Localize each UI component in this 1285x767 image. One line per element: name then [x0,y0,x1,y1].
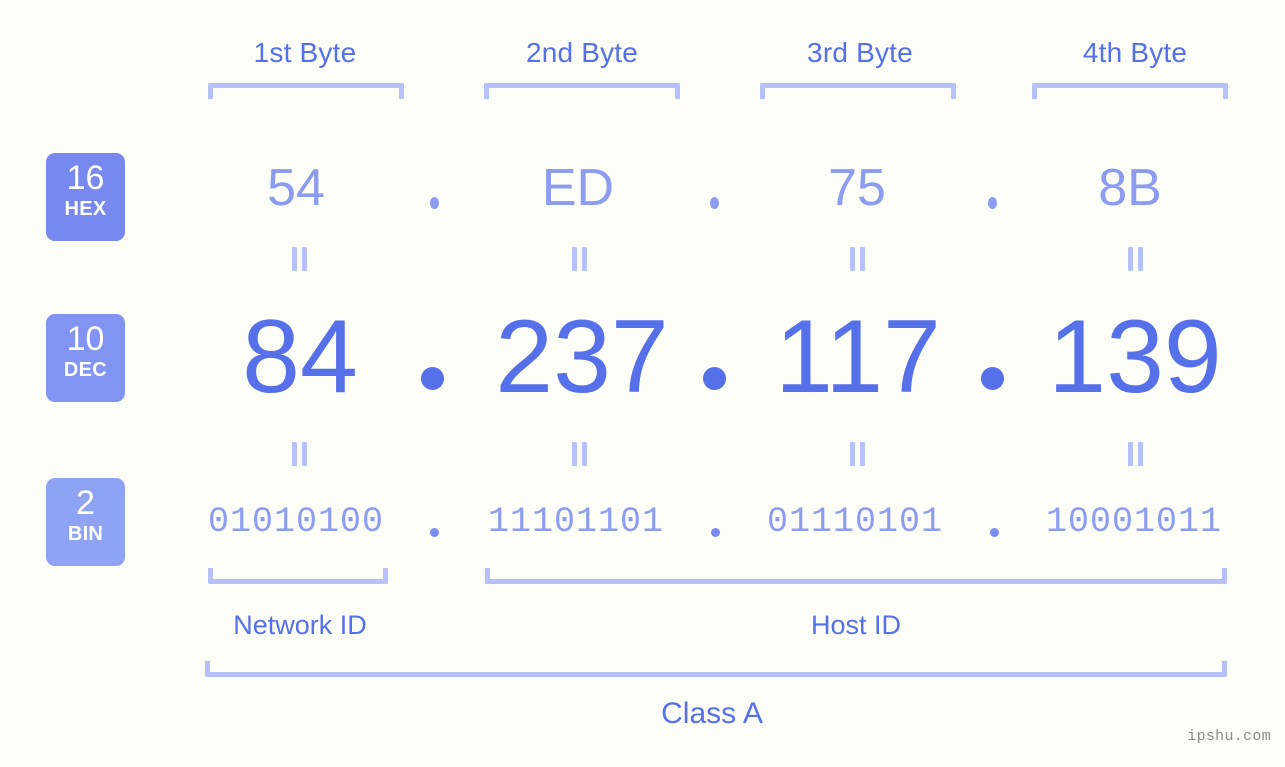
byte-header-3: 3rd Byte [807,37,913,68]
bin-octet-3: 01110101 [766,502,944,542]
base-badge-hex-number: 16 [66,159,105,197]
equals-symbol-dec-bin-1 [291,442,308,466]
ip-address-breakdown-diagram: 1st Byte 2nd Byte 3rd Byte 4th Byte 16 H… [0,0,1285,767]
bin-octet-2: 11101101 [487,502,665,542]
class-bracket [205,661,1227,677]
base-badge-dec: 10 DEC [46,314,125,402]
byte-header-1: 1st Byte [253,37,357,68]
byte-bracket-top-3 [760,83,956,99]
equals-symbol-hex-dec-4 [1127,247,1144,271]
equals-symbol-dec-bin-2 [571,442,588,466]
hex-octet-4: 8B [1098,159,1162,217]
base-badge-bin-abbr: BIN [67,523,104,545]
base-badge-dec-abbr: DEC [63,359,108,381]
bin-separator-2 [711,528,720,537]
bin-separator-1 [430,528,439,537]
hex-octet-1: 54 [267,159,325,217]
dec-separator-3 [981,367,1004,390]
bin-octet-1: 01010100 [207,502,385,542]
base-badge-hex: 16 HEX [46,153,125,241]
hex-octet-3: 75 [828,159,886,217]
dec-octet-3: 117 [775,299,941,415]
byte-header-4: 4th Byte [1082,37,1188,68]
host-id-bracket [485,568,1227,584]
byte-bracket-top-4 [1032,83,1228,99]
base-badge-bin: 2 BIN [46,478,125,566]
dec-separator-2 [703,367,726,390]
byte-bracket-top-2 [484,83,680,99]
hex-octet-2: ED [541,159,615,217]
base-badge-dec-number: 10 [66,320,105,358]
hex-separator-1 [430,197,439,209]
class-label: Class A [661,697,763,730]
bin-octet-4: 10001011 [1045,502,1223,542]
dec-octet-2: 237 [495,299,669,415]
hex-separator-2 [710,197,719,209]
equals-symbol-hex-dec-1 [291,247,308,271]
equals-symbol-dec-bin-3 [849,442,866,466]
base-badge-hex-abbr: HEX [64,198,107,220]
dec-separator-1 [421,367,444,390]
network-id-label: Network ID [233,610,367,640]
bin-separator-3 [990,528,999,537]
hex-separator-3 [988,197,997,209]
byte-bracket-top-1 [208,83,404,99]
host-id-label: Host ID [810,610,902,640]
dec-octet-1: 84 [242,299,358,415]
network-id-bracket [208,568,388,584]
watermark: ipshu.com [1187,728,1271,745]
equals-symbol-hex-dec-2 [571,247,588,271]
equals-symbol-dec-bin-4 [1127,442,1144,466]
base-badge-bin-number: 2 [76,484,95,522]
byte-header-2: 2nd Byte [525,37,639,68]
equals-symbol-hex-dec-3 [849,247,866,271]
dec-octet-4: 139 [1048,299,1222,415]
